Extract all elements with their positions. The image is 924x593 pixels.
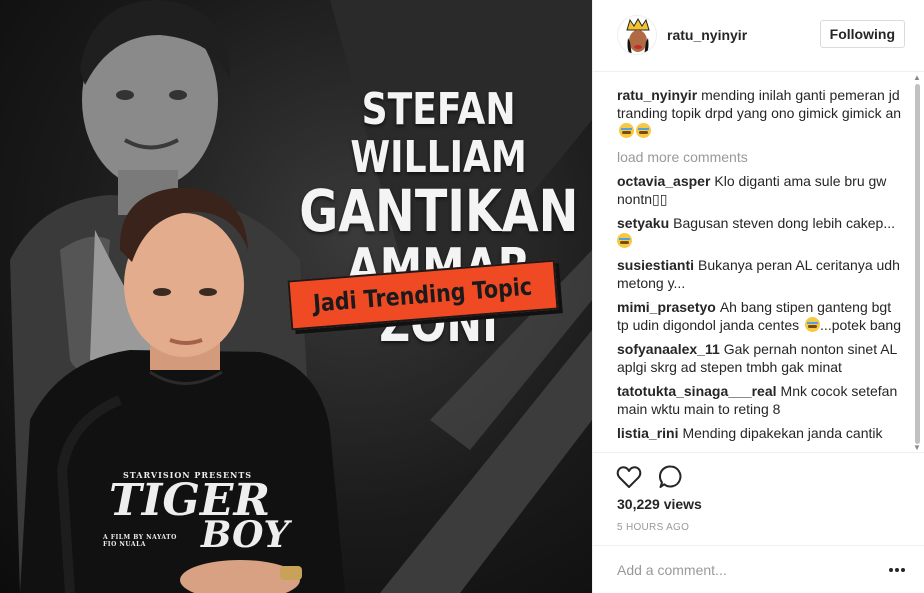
comment-username[interactable]: octavia_asper (617, 173, 710, 189)
following-button[interactable]: Following (819, 20, 905, 48)
comments-scrollbar[interactable]: ▲ ▼ (912, 72, 922, 452)
comment-input[interactable] (617, 560, 867, 580)
comment-username[interactable]: mimi_prasetyo (617, 299, 716, 315)
comment-username[interactable]: susiestianti (617, 257, 694, 273)
view-count[interactable]: 30,229 views (617, 496, 702, 512)
heart-icon (616, 466, 642, 488)
more-options-button[interactable] (889, 568, 905, 574)
header-username[interactable]: ratu_nyinyir (667, 27, 747, 43)
trending-banner-label: Jadi Trending Topic (312, 272, 534, 318)
scroll-up-arrow-icon[interactable]: ▲ (913, 74, 921, 82)
comment-text: Mending dipakekan janda cantik (682, 425, 883, 441)
crying-face-emoji-icon (619, 123, 634, 138)
caption-username[interactable]: ratu_nyinyir (617, 87, 697, 103)
comment-username[interactable]: tatotukta_sinaga___real (617, 383, 777, 399)
post-sidebar: ratu_nyinyir Following ratu_nyinyir mendi… (592, 0, 924, 593)
shirt-credit: A FILM BY NAYATO FIO NUALA (103, 534, 177, 548)
shirt-print: STARVISION PRESENTS TIGER BOY A FILM BY … (103, 470, 289, 553)
comment-text: Bagusan steven dong lebih cakep... (673, 215, 895, 231)
scrollbar-thumb[interactable] (915, 84, 920, 444)
caption: ratu_nyinyir mending inilah ganti pemeran… (617, 86, 905, 140)
comments-list: ratu_nyinyir mending inilah ganti pemeran… (617, 86, 905, 450)
crying-face-emoji-icon (805, 317, 821, 332)
list-item: setyaku Bagusan steven dong lebih cakep..… (617, 214, 905, 250)
post-header: ratu_nyinyir Following (593, 0, 924, 72)
list-item: octavia_asper Klo diganti ama sule bru gw… (617, 172, 905, 208)
comment-text-continued: ...potek bang (820, 317, 901, 333)
list-item: listia_rini Mending dipakekan janda canti… (617, 424, 905, 442)
comment-username[interactable]: sofyanaalex_11 (617, 341, 720, 357)
list-item: tatotukta_sinaga___real Mnk cocok setefan… (617, 382, 905, 418)
post-timestamp[interactable]: 5 HOURS AGO (617, 522, 689, 533)
post-image[interactable]: STEFAN WILLIAM GANTIKAN AMMAR ZONI Jadi … (0, 0, 592, 593)
list-item: sofyanaalex_11 Gak pernah nonton sinet AL… (617, 340, 905, 376)
avatar[interactable] (617, 15, 657, 55)
headline-line-1: STEFAN WILLIAM (350, 84, 527, 183)
post-actions: 30,229 views 5 HOURS AGO (593, 452, 924, 593)
crying-face-emoji-icon (617, 233, 632, 248)
load-more-comments-link[interactable]: load more comments (617, 148, 905, 166)
speech-bubble-icon (659, 465, 682, 488)
comment-button[interactable] (657, 463, 685, 491)
add-comment-section (593, 545, 924, 593)
dot-icon (889, 568, 893, 572)
list-item: mimi_prasetyo Ah bang stipen ganteng bgt … (617, 298, 905, 334)
crying-face-emoji-icon (636, 123, 651, 138)
like-button[interactable] (615, 463, 643, 491)
list-item: susiestianti Bukanya peran AL ceritanya u… (617, 256, 905, 292)
scroll-down-arrow-icon[interactable]: ▼ (913, 444, 921, 452)
shirt-title-2: BOY (201, 514, 290, 556)
comment-username[interactable]: setyaku (617, 215, 669, 231)
dot-icon (901, 568, 905, 572)
headline-line-2: GANTIKAN (299, 177, 579, 245)
dot-icon (895, 568, 899, 572)
comment-username[interactable]: listia_rini (617, 425, 678, 441)
crowned-face-avatar-icon (626, 17, 650, 54)
